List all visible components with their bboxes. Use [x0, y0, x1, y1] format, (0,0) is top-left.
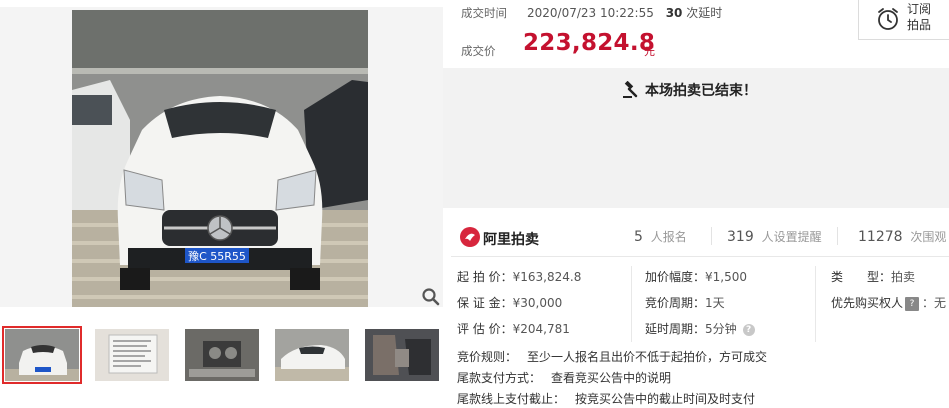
- ali-auction-logo[interactable]: [459, 226, 481, 251]
- stat-divider: [837, 227, 838, 245]
- thumbnail-strip: [0, 326, 443, 384]
- gavel-icon: [622, 80, 640, 102]
- deposit: 保 证 金：¥30,000: [457, 294, 562, 311]
- rule-payment-deadline-label: 尾款线上支付截止：: [457, 392, 566, 406]
- deal-time-text: 2020/07/23 10:22:55: [527, 6, 654, 20]
- start-price: 起 拍 价：¥163,824.8: [457, 268, 581, 285]
- zoom-icon[interactable]: [421, 287, 441, 307]
- rule-payment-method-value[interactable]: 查看竞买公告中的说明: [551, 371, 671, 385]
- deal-price-unit: 元: [644, 45, 655, 58]
- rule-payment-deadline: 尾款线上支付截止： 按竞买公告中的截止时间及时支付: [457, 390, 755, 407]
- thumbnail-3[interactable]: [182, 326, 262, 384]
- subscribe-label: 订阅拍品: [907, 2, 932, 32]
- delay-suffix: 次延时: [686, 6, 723, 20]
- platform-name: 阿里拍卖: [483, 232, 539, 248]
- stat-views-label: 次围观: [910, 230, 947, 244]
- thumbnail-5[interactable]: [362, 326, 442, 384]
- start-price-label: 起 拍 价：: [457, 270, 513, 284]
- thumbnail-1[interactable]: [2, 326, 82, 384]
- deal-summary: 成交时间 2020/07/23 10:22:55 30 次延时 成交价 223,…: [443, 0, 859, 68]
- stat-views: 11278 次围观: [858, 228, 946, 245]
- priority-buyer: 优先购买权人? ：无: [831, 294, 946, 311]
- deal-time-value: 2020/07/23 10:22:55 30 次延时: [527, 4, 722, 21]
- alarm-clock-icon: [876, 6, 900, 35]
- bid-increment-label: 加价幅度：: [645, 270, 706, 284]
- bid-period: 竞价周期：1天: [645, 294, 725, 311]
- auction-ended-message: 本场拍卖已结束！: [645, 83, 757, 99]
- bid-increment: 加价幅度：¥1,500: [645, 268, 747, 285]
- stat-reminders-label: 人设置提醒: [761, 230, 822, 244]
- stat-reminders-count: 319: [727, 229, 754, 245]
- auction-type-label: 类 型：: [831, 270, 892, 284]
- bid-period-label: 竞价周期：: [645, 296, 706, 310]
- main-photo-area: 豫C 55R55: [0, 7, 443, 307]
- start-price-value: ¥163,824.8: [512, 270, 582, 284]
- appraisal-label: 评 估 价：: [457, 322, 513, 336]
- thumbnail-2[interactable]: [92, 326, 172, 384]
- help-icon[interactable]: ?: [742, 323, 755, 336]
- subscribe-button[interactable]: 订阅拍品: [858, 0, 949, 40]
- stat-views-count: 11278: [858, 229, 903, 245]
- appraisal-value: ¥204,781: [512, 322, 570, 336]
- rule-bidding: 竞价规则： 至少一人报名且出价不低于起拍价，方可成交: [457, 348, 767, 365]
- stat-registered: 5 人报名: [634, 228, 687, 245]
- deposit-label: 保 证 金：: [457, 296, 513, 310]
- priority-buyer-value: ：无: [922, 296, 947, 310]
- delay-period: 延时周期：5分钟?: [645, 320, 755, 337]
- thumbnail-4[interactable]: [272, 326, 352, 384]
- rule-bidding-value: 至少一人报名且出价不低于起拍价，方可成交: [527, 350, 768, 364]
- stat-registered-label: 人报名: [650, 230, 687, 244]
- rule-payment-deadline-value: 按竞买公告中的截止时间及时支付: [575, 392, 756, 406]
- deal-price-label: 成交价: [461, 44, 496, 58]
- info-divider: [451, 256, 949, 257]
- delay-count: 30: [665, 6, 683, 20]
- priority-buyer-label: 优先购买权人: [831, 296, 904, 310]
- auction-ended-banner: 本场拍卖已结束！: [443, 68, 949, 208]
- stat-reminders: 319 人设置提醒: [727, 228, 822, 245]
- deal-time-label: 成交时间: [461, 6, 507, 20]
- stat-registered-count: 5: [634, 229, 643, 245]
- bid-increment-value: ¥1,500: [705, 270, 748, 284]
- bid-period-value: 1天: [705, 296, 725, 310]
- license-plate: 豫C 55R55: [188, 250, 246, 263]
- car-main-photo[interactable]: 豫C 55R55: [72, 10, 368, 307]
- auction-type-value: 拍卖: [891, 270, 916, 284]
- column-divider: [631, 266, 632, 342]
- auction-info-panel: 阿里拍卖 5 人报名 319 人设置提醒 11278 次围观 起 拍 价：¥16…: [443, 208, 949, 408]
- rule-payment-method: 尾款支付方式： 查看竞买公告中的说明: [457, 369, 671, 386]
- rule-payment-method-label: 尾款支付方式：: [457, 371, 542, 385]
- auction-type: 类 型：拍卖: [831, 268, 915, 285]
- stat-divider: [711, 227, 712, 245]
- delay-period-label: 延时周期：: [645, 322, 706, 336]
- delay-period-value: 5分钟: [705, 322, 737, 336]
- rule-bidding-label: 竞价规则：: [457, 350, 518, 364]
- column-divider: [815, 266, 816, 342]
- appraisal: 评 估 价：¥204,781: [457, 320, 570, 337]
- priority-info-icon[interactable]: ?: [905, 296, 920, 311]
- deal-price-value: 223,824.8: [523, 30, 656, 56]
- deposit-value: ¥30,000: [512, 296, 563, 310]
